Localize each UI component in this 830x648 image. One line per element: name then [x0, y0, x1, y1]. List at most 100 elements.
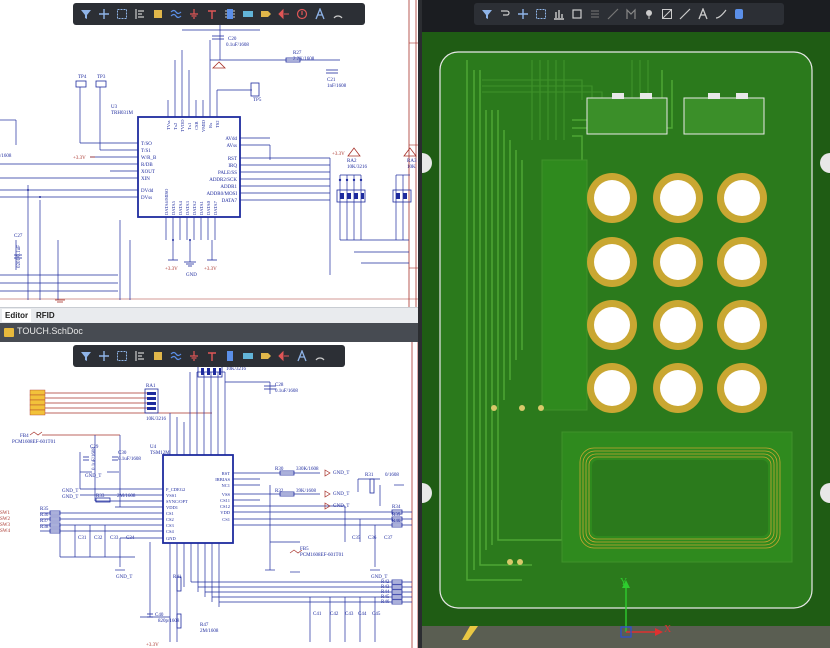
u3-pin-r8: DATA7	[222, 199, 238, 204]
no-erc-icon[interactable]	[293, 5, 311, 23]
u3-ref: U3	[111, 105, 118, 110]
c40-value: 820p/1608	[158, 619, 180, 624]
vcc-bottom-2: +3.3V	[204, 267, 217, 272]
document-title-bar: TOUCH.SchDoc	[0, 323, 418, 342]
gnd-t-label-7: GND_T	[116, 575, 132, 580]
bus-icon[interactable]	[149, 5, 167, 23]
vcc-icon[interactable]	[203, 347, 221, 365]
u4-pin-l8: GND	[166, 536, 176, 541]
schematic-top-pane[interactable]: TP4 TP3 TP5 U3 TRH031M C20 0.1uF/1608 R2…	[0, 0, 418, 307]
touch-pad-6	[717, 237, 767, 287]
u3-pin-l4: XOUT	[141, 170, 155, 175]
pin-icon[interactable]	[622, 5, 640, 23]
c20-ref: C20	[228, 37, 237, 42]
pcb-editor-pane[interactable]: Y X	[422, 0, 830, 648]
c34-label: C34	[126, 536, 135, 541]
port-icon[interactable]	[257, 5, 275, 23]
tab-editor[interactable]: Editor	[2, 309, 32, 322]
rect-select-icon[interactable]	[113, 5, 131, 23]
u3-pin-t6: Rx	[208, 122, 213, 128]
u3-pin-b1: DATA5	[171, 200, 176, 215]
r33-ref: R33	[96, 494, 105, 499]
arc-icon[interactable]	[311, 347, 329, 365]
r30-value: 330K/1608	[296, 467, 319, 472]
connector-2	[683, 93, 765, 135]
diff-pair-icon[interactable]	[586, 5, 604, 23]
sw1-label: SW1	[0, 511, 11, 516]
r31-value: 0/1608	[385, 473, 399, 478]
touch-pad-4	[587, 237, 637, 287]
c27-value: 0201/0.1uF	[17, 245, 22, 268]
cross-icon[interactable]	[514, 5, 532, 23]
u3-pin-b2: DATA4	[178, 200, 183, 215]
r41-ref: R41	[173, 575, 182, 580]
axis-y-label: Y	[620, 577, 627, 588]
u3-pin-r0: AVdd	[225, 137, 237, 142]
off-sheet-icon[interactable]	[275, 5, 293, 23]
pcb-toolbar	[474, 3, 784, 25]
vcc-icon[interactable]	[203, 5, 221, 23]
u3-pin-b4: DATA2	[192, 201, 197, 215]
line-icon[interactable]	[658, 5, 676, 23]
c44-label: C44	[358, 612, 367, 617]
ra1-ref: RA1	[146, 384, 156, 389]
keepout-icon[interactable]	[730, 5, 748, 23]
schematic-bottom-canvas: RA4 10K/3216 C28 0.1uF/1608 RA1 10K/3216…	[0, 342, 418, 648]
component-icon[interactable]	[221, 5, 239, 23]
u3-pin-t3: Tx1	[187, 123, 192, 130]
arc-icon[interactable]	[329, 5, 347, 23]
ground-icon[interactable]	[185, 347, 203, 365]
u4-pin-l1: VSS1	[166, 493, 177, 498]
u4-pin-r7: CS1	[222, 517, 230, 522]
via-icon[interactable]	[640, 5, 658, 23]
vcc-bottom-label: +3.3V	[146, 643, 159, 648]
gnd-t-label-5: GND_T	[333, 492, 349, 497]
dimension-icon[interactable]	[676, 5, 694, 23]
filter-icon[interactable]	[77, 5, 95, 23]
wire-icon[interactable]	[167, 347, 185, 365]
schematic-top-toolbar	[73, 3, 365, 25]
net-label-icon[interactable]	[239, 347, 257, 365]
net-label-icon[interactable]	[239, 5, 257, 23]
text-icon[interactable]	[293, 347, 311, 365]
touch-pad-5	[653, 237, 703, 287]
cross-icon[interactable]	[95, 5, 113, 23]
schematic-bottom-pane[interactable]: RA4 10K/3216 C28 0.1uF/1608 RA1 10K/3216…	[0, 342, 418, 648]
touch-pad-3	[717, 173, 767, 223]
filter-icon[interactable]	[478, 5, 496, 23]
ground-icon[interactable]	[185, 5, 203, 23]
gnd-t-label-4: GND_T	[333, 471, 349, 476]
r27-value: 2.2K/1608	[293, 57, 315, 62]
align-icon[interactable]	[131, 347, 149, 365]
c33-label: C33	[110, 536, 119, 541]
u3-pin-t0: TVss	[166, 120, 171, 130]
align-icon[interactable]	[131, 5, 149, 23]
component-icon[interactable]	[568, 5, 586, 23]
r46-label: R46	[381, 600, 390, 605]
c43-label: C43	[345, 612, 354, 617]
u3-pin-b3: DATA3	[185, 200, 190, 215]
component-icon[interactable]	[221, 347, 239, 365]
u4-part: TSM12M	[150, 451, 170, 456]
rect-select-icon[interactable]	[532, 5, 550, 23]
rect-select-icon[interactable]	[113, 347, 131, 365]
tab-rfid[interactable]: RFID	[33, 309, 58, 322]
interactive-route-icon[interactable]	[604, 5, 622, 23]
vcc-label-right: +3.3V	[332, 152, 345, 157]
document-title[interactable]: TOUCH.SchDoc	[17, 326, 83, 336]
wire-icon[interactable]	[167, 5, 185, 23]
text-icon[interactable]	[694, 5, 712, 23]
align-icon[interactable]	[550, 5, 568, 23]
u4-pin-l4: CS1	[166, 511, 174, 516]
u3-pin-t1: Tx2	[173, 123, 178, 130]
bus-icon[interactable]	[149, 347, 167, 365]
text-icon[interactable]	[311, 5, 329, 23]
off-sheet-icon[interactable]	[275, 347, 293, 365]
r47-value: 2M/1608	[200, 629, 219, 634]
route-icon[interactable]	[496, 5, 514, 23]
filter-icon[interactable]	[77, 347, 95, 365]
polygon-icon[interactable]	[712, 5, 730, 23]
cross-icon[interactable]	[95, 347, 113, 365]
port-icon[interactable]	[257, 347, 275, 365]
fb4-value: PCM1608EF-601T01	[12, 440, 56, 445]
